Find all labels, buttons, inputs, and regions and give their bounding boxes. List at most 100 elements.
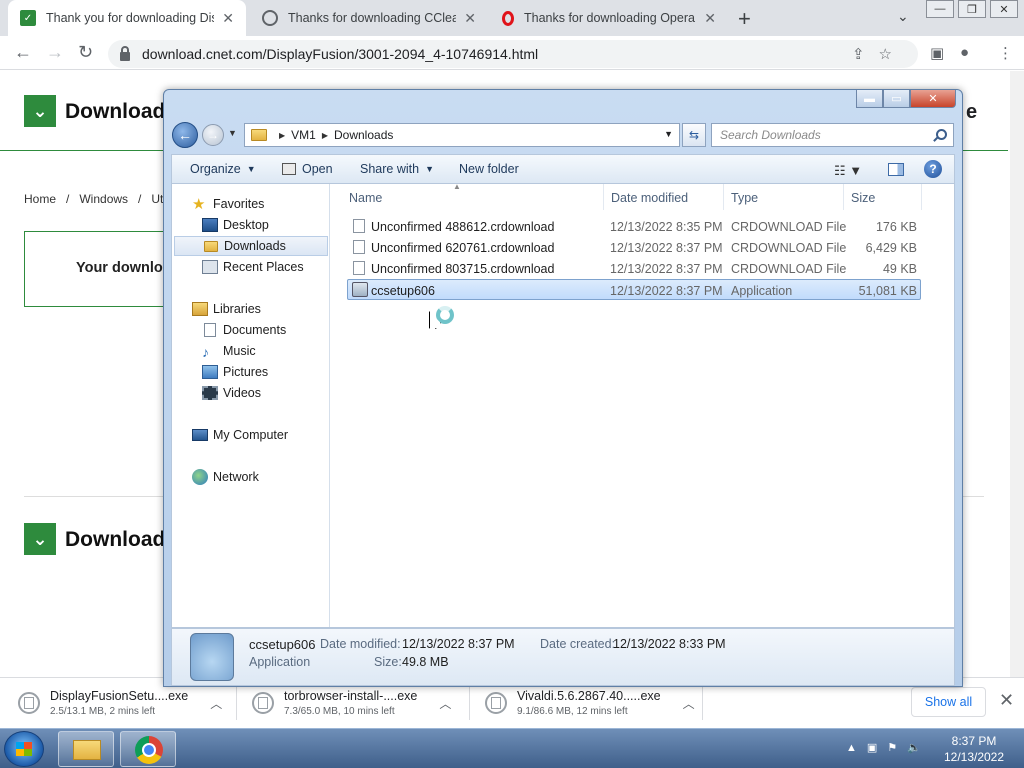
minimize-button[interactable]: ▬: [856, 90, 883, 108]
profile-icon[interactable]: ●: [960, 44, 969, 61]
nav-libraries[interactable]: Libraries: [192, 299, 261, 319]
preview-pane-icon[interactable]: [888, 163, 904, 176]
side-panel-icon[interactable]: ▣: [930, 44, 944, 62]
nav-label: Music: [223, 344, 256, 358]
close-icon[interactable]: ✕: [222, 10, 234, 27]
file-size: 51,081 KB: [858, 284, 917, 298]
file-name: Unconfirmed 620761.crdownload: [371, 241, 555, 255]
new-tab-button[interactable]: +: [738, 6, 751, 32]
details-modified-value: 12/13/2022 8:37 PM: [402, 637, 515, 651]
column-divider[interactable]: [603, 184, 604, 210]
sort-arrow-icon: ▲: [453, 182, 461, 191]
tab-opera[interactable]: Thanks for downloading Opera ✕: [490, 0, 728, 36]
chevron-right-icon[interactable]: ▶: [279, 131, 285, 140]
menu-icon[interactable]: ⋮: [998, 44, 1013, 62]
file-row-selected[interactable]: ccsetup606 12/13/2022 8:37 PM Applicatio…: [347, 279, 921, 300]
reload-icon[interactable]: ↻: [78, 42, 93, 63]
file-name: Unconfirmed 803715.crdownload: [371, 262, 555, 276]
column-type[interactable]: Type: [731, 191, 758, 205]
minimize-button[interactable]: —: [926, 0, 954, 18]
taskbar-chrome-button[interactable]: [120, 731, 176, 767]
nav-music[interactable]: ♪ Music: [202, 341, 256, 361]
file-row[interactable]: Unconfirmed 803715.crdownload 12/13/2022…: [347, 258, 921, 279]
nav-favorites[interactable]: ★ Favorites: [192, 194, 264, 214]
back-button[interactable]: ←: [172, 122, 198, 148]
show-all-button[interactable]: Show all: [911, 687, 986, 717]
tab-ccleaner[interactable]: Thanks for downloading CCleaner ✕: [250, 0, 488, 36]
nav-pictures[interactable]: Pictures: [202, 362, 268, 382]
documents-icon: [204, 323, 216, 337]
file-row[interactable]: Unconfirmed 620761.crdownload 12/13/2022…: [347, 237, 921, 258]
download-progress-icon: [252, 692, 274, 714]
system-tray-icons[interactable]: ▲▣⚑🔈: [846, 741, 931, 754]
back-icon[interactable]: ←: [14, 42, 32, 63]
page-scrollbar[interactable]: [1010, 71, 1024, 677]
open-button[interactable]: Open: [282, 162, 333, 176]
tab-title: Thanks for downloading Opera: [524, 11, 695, 25]
tab-search-icon[interactable]: ⌄: [897, 8, 909, 25]
nav-desktop[interactable]: Desktop: [202, 215, 269, 235]
column-divider[interactable]: [723, 184, 724, 210]
tab-displayfusion[interactable]: ✓ Thank you for downloading DisplayFusio…: [8, 0, 246, 36]
chevron-up-icon[interactable]: ︿: [439, 695, 451, 712]
taskbar-explorer-button[interactable]: [58, 731, 114, 767]
nav-network[interactable]: Network: [192, 467, 259, 487]
file-date: 12/13/2022 8:37 PM: [610, 284, 723, 298]
tab-title: Thanks for downloading CCleaner: [288, 11, 457, 25]
page-text-fragment: e: [966, 101, 978, 123]
chevron-up-icon[interactable]: ︿: [210, 695, 222, 712]
download-heading: Download: [65, 100, 166, 123]
start-button[interactable]: [4, 731, 44, 767]
change-view-icon[interactable]: ☷ ▼: [834, 163, 862, 179]
new-folder-button[interactable]: New folder: [459, 162, 519, 176]
download-logo-icon[interactable]: ⌄: [24, 95, 56, 127]
new-folder-label: New folder: [459, 162, 519, 176]
column-name[interactable]: Name: [349, 191, 382, 205]
column-divider[interactable]: [843, 184, 844, 210]
column-divider[interactable]: [921, 184, 922, 210]
maximize-button[interactable]: ▭: [883, 90, 910, 108]
videos-icon: [202, 386, 218, 400]
close-icon[interactable]: ✕: [704, 10, 716, 27]
nav-videos[interactable]: Videos: [202, 383, 261, 403]
download-heading: Download: [65, 528, 166, 551]
forward-button[interactable]: →: [202, 124, 224, 146]
chevron-right-icon[interactable]: ▶: [322, 131, 328, 140]
search-icon[interactable]: [936, 129, 947, 140]
refresh-button[interactable]: ⇆: [682, 123, 706, 147]
column-date-modified[interactable]: Date modified: [611, 191, 688, 205]
nav-recent-places[interactable]: Recent Places: [202, 257, 304, 277]
nav-downloads[interactable]: Downloads: [174, 236, 328, 256]
nav-computer[interactable]: My Computer: [192, 425, 288, 445]
recent-pages-dropdown[interactable]: ▼: [228, 128, 237, 138]
explorer-address-bar[interactable]: ▶ VM1 ▶ Downloads ▼: [244, 123, 680, 147]
download-logo-icon[interactable]: ⌄: [24, 523, 56, 555]
close-button[interactable]: ✕: [910, 90, 956, 108]
star-icon: ★: [192, 196, 206, 213]
file-row[interactable]: Unconfirmed 488612.crdownload 12/13/2022…: [347, 216, 921, 237]
column-size[interactable]: Size: [851, 191, 875, 205]
share-with-button[interactable]: Share with ▼: [360, 162, 434, 176]
share-bookmark-icons[interactable]: ⇪☆: [852, 45, 906, 63]
nav-label: Favorites: [213, 197, 265, 211]
close-icon[interactable]: ✕: [999, 690, 1014, 711]
close-button[interactable]: ✕: [990, 0, 1018, 18]
restore-button[interactable]: ❐: [958, 0, 986, 18]
search-input[interactable]: Search Downloads: [711, 123, 954, 147]
close-icon[interactable]: ✕: [464, 10, 476, 27]
breadcrumb-item[interactable]: VM1: [291, 128, 316, 142]
taskbar-clock[interactable]: 8:37 PM 12/13/2022: [936, 733, 1012, 765]
organize-label: Organize: [190, 162, 241, 176]
forward-icon[interactable]: →: [46, 42, 64, 63]
organize-button[interactable]: Organize ▼: [190, 162, 256, 176]
taskbar: ▲▣⚑🔈 8:37 PM 12/13/2022: [0, 728, 1024, 768]
lock-icon[interactable]: [120, 45, 130, 61]
chevron-up-icon[interactable]: ︿: [683, 695, 695, 712]
help-icon[interactable]: ?: [924, 160, 942, 178]
explorer-window: ▬ ▭ ✕ ← → ▼ ▶ VM1 ▶ Downloads ▼ ⇆ Search…: [163, 89, 963, 687]
breadcrumb-item[interactable]: Downloads: [334, 128, 393, 142]
address-bar[interactable]: download.cnet.com/DisplayFusion/3001-209…: [108, 40, 918, 68]
chevron-down-icon[interactable]: ▼: [664, 129, 673, 139]
installer-large-icon: [190, 633, 234, 681]
nav-documents[interactable]: Documents: [202, 320, 286, 340]
